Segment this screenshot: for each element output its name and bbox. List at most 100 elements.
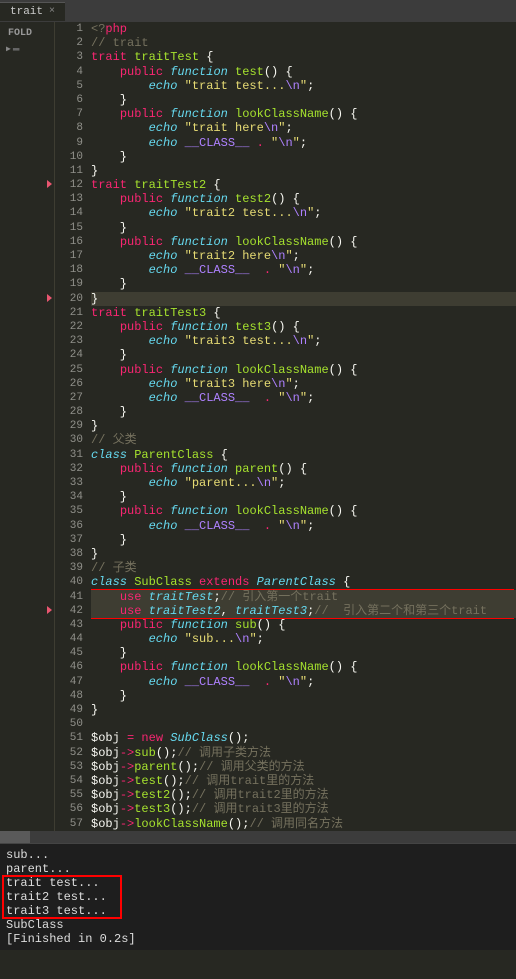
line-number: 53 [55, 760, 83, 774]
code-line[interactable]: } [91, 419, 516, 433]
code-line[interactable]: } [91, 703, 516, 717]
line-number: 26 [55, 377, 83, 391]
code-line[interactable]: echo __CLASS__ . "\n"; [91, 391, 516, 405]
tab-bar: trait × [0, 0, 516, 22]
code-line[interactable]: public function sub() { [91, 618, 516, 632]
code-line[interactable]: } [91, 150, 516, 164]
line-number: 1 [55, 22, 83, 36]
fold-marker-icon [47, 180, 52, 188]
code-line[interactable]: } [91, 164, 516, 178]
code-line[interactable]: // trait [91, 36, 516, 50]
code-line[interactable]: } [91, 292, 516, 306]
code-line[interactable]: public function lookClassName() { [91, 235, 516, 249]
code-line[interactable]: $obj->test2();// 调用trait2里的方法 [91, 788, 516, 802]
code-line[interactable]: class ParentClass { [91, 448, 516, 462]
code-area[interactable]: <?php// traittrait traitTest { public fu… [91, 22, 516, 831]
line-number: 49 [55, 703, 83, 717]
line-number: 16 [55, 235, 83, 249]
line-number: 7 [55, 107, 83, 121]
code-line[interactable]: echo "trait here\n"; [91, 121, 516, 135]
code-line[interactable]: public function test() { [91, 65, 516, 79]
code-line[interactable]: echo "trait3 here\n"; [91, 377, 516, 391]
line-number: 45 [55, 646, 83, 660]
code-line[interactable]: public function lookClassName() { [91, 107, 516, 121]
code-line[interactable] [91, 717, 516, 731]
code-line[interactable]: // 父类 [91, 433, 516, 447]
code-line[interactable]: $obj->test();// 调用trait里的方法 [91, 774, 516, 788]
line-number: 12 [55, 178, 83, 192]
code-line[interactable]: <?php [91, 22, 516, 36]
code-line[interactable]: use traitTest2, traitTest3;// 引入第二个和第三个t… [91, 604, 516, 618]
code-line[interactable]: } [91, 533, 516, 547]
code-line[interactable]: $obj->lookClassName();// 调用同名方法 [91, 817, 516, 831]
sidebar-title: FOLD [4, 26, 50, 41]
sidebar: FOLD ▶ ▬ [0, 22, 55, 831]
console-line: trait3 test... [6, 904, 510, 918]
line-number: 32 [55, 462, 83, 476]
code-line[interactable]: trait traitTest { [91, 50, 516, 64]
code-line[interactable]: } [91, 490, 516, 504]
code-line[interactable]: $obj->sub();// 调用子类方法 [91, 746, 516, 760]
line-number: 22 [55, 320, 83, 334]
line-number: 33 [55, 476, 83, 490]
code-line[interactable]: } [91, 348, 516, 362]
code-line[interactable]: } [91, 277, 516, 291]
line-number: 36 [55, 519, 83, 533]
line-number: 8 [55, 121, 83, 135]
code-line[interactable]: echo __CLASS__ . "\n"; [91, 519, 516, 533]
console-line: parent... [6, 862, 510, 876]
line-number: 57 [55, 817, 83, 831]
code-line[interactable]: echo "parent...\n"; [91, 476, 516, 490]
code-line[interactable]: echo "trait2 test...\n"; [91, 206, 516, 220]
code-line[interactable]: } [91, 689, 516, 703]
line-number: 21 [55, 306, 83, 320]
code-line[interactable]: echo "trait2 here\n"; [91, 249, 516, 263]
code-line[interactable]: echo __CLASS__ . "\n"; [91, 136, 516, 150]
line-number: 50 [55, 717, 83, 731]
code-line[interactable]: // 子类 [91, 561, 516, 575]
scrollbar-thumb[interactable] [0, 831, 30, 843]
code-line[interactable]: } [91, 646, 516, 660]
code-line[interactable]: public function lookClassName() { [91, 504, 516, 518]
code-line[interactable]: trait traitTest2 { [91, 178, 516, 192]
code-line[interactable]: } [91, 221, 516, 235]
line-number: 27 [55, 391, 83, 405]
line-number: 20 [55, 292, 83, 306]
line-number: 34 [55, 490, 83, 504]
line-number: 44 [55, 632, 83, 646]
code-line[interactable]: echo "trait test...\n"; [91, 79, 516, 93]
code-line[interactable]: public function test3() { [91, 320, 516, 334]
code-line[interactable]: public function parent() { [91, 462, 516, 476]
code-line[interactable]: echo __CLASS__ . "\n"; [91, 263, 516, 277]
horizontal-scrollbar[interactable] [0, 831, 516, 843]
code-line[interactable]: } [91, 405, 516, 419]
console-line: sub... [6, 848, 510, 862]
code-line[interactable]: trait traitTest3 { [91, 306, 516, 320]
code-line[interactable]: } [91, 93, 516, 107]
code-line[interactable]: $obj->parent();// 调用父类的方法 [91, 760, 516, 774]
line-number: 6 [55, 93, 83, 107]
file-tab[interactable]: trait × [0, 2, 65, 21]
code-line[interactable]: class SubClass extends ParentClass { [91, 575, 516, 589]
code-line[interactable]: $obj->test3();// 调用trait3里的方法 [91, 802, 516, 816]
line-number: 4 [55, 65, 83, 79]
close-icon[interactable]: × [49, 6, 55, 17]
code-line[interactable]: echo "sub...\n"; [91, 632, 516, 646]
line-number: 17 [55, 249, 83, 263]
line-number: 48 [55, 689, 83, 703]
folder-row[interactable]: ▶ ▬ [4, 41, 50, 57]
code-line[interactable]: echo "trait3 test...\n"; [91, 334, 516, 348]
chevron-right-icon: ▶ [6, 44, 11, 54]
console-line: SubClass [6, 918, 510, 932]
code-line[interactable]: public function lookClassName() { [91, 660, 516, 674]
editor[interactable]: 1234567891011121314151617181920212223242… [55, 22, 516, 831]
code-line[interactable]: use traitTest;// 引入第一个trait [91, 590, 516, 604]
line-number: 10 [55, 150, 83, 164]
code-line[interactable]: public function lookClassName() { [91, 363, 516, 377]
code-line[interactable]: $obj = new SubClass(); [91, 731, 516, 745]
line-number: 38 [55, 547, 83, 561]
code-line[interactable]: public function test2() { [91, 192, 516, 206]
code-line[interactable]: echo __CLASS__ . "\n"; [91, 675, 516, 689]
code-line[interactable]: } [91, 547, 516, 561]
console-line: trait test... [6, 876, 510, 890]
